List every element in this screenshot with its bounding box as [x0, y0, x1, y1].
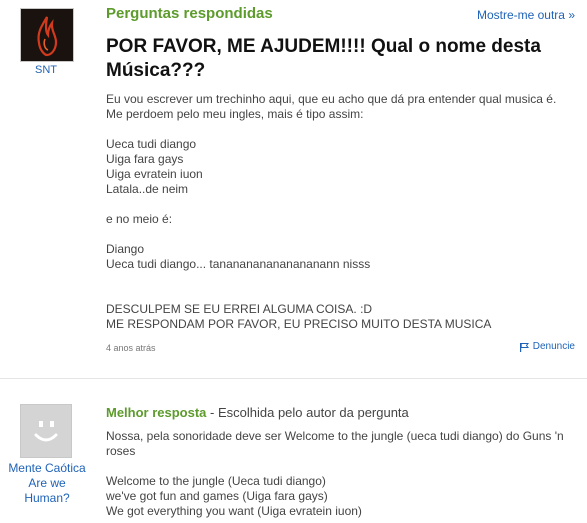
best-answer-note: - Escolhida pelo autor da pergunta	[206, 405, 409, 420]
show-another-link[interactable]: Mostre-me outra »	[477, 8, 575, 22]
category-heading[interactable]: Perguntas respondidas	[106, 5, 273, 22]
question-line: Uiga evratein iuon	[106, 167, 203, 181]
answer-author-avatar[interactable]	[20, 404, 72, 458]
question-line: Diango	[106, 242, 145, 256]
question-title: POR FAVOR, ME AJUDEM!!!! Qual o nome des…	[106, 36, 541, 81]
smiley-avatar-icon	[21, 405, 71, 457]
report-label: Denuncie	[532, 341, 575, 352]
best-answer-label: Melhor resposta	[106, 405, 207, 420]
report-link[interactable]: Denuncie	[519, 341, 575, 352]
flame-avatar-icon	[21, 9, 73, 61]
answer-line: Nossa, pela sonoridade deve ser Welcome …	[106, 429, 564, 458]
answer-line: Welcome to the jungle (Ueca tudi diango)	[106, 474, 326, 488]
question-line: Ueca tudi diango... tananananananananann…	[106, 257, 371, 271]
answer-body: Nossa, pela sonoridade deve ser Welcome …	[106, 429, 576, 519]
question-line: Latala..de neim	[106, 182, 189, 196]
question-author-avatar[interactable]	[20, 8, 74, 62]
answer-author-name[interactable]: Mente Caótica Are we Human?	[8, 461, 86, 506]
question-line: Ueca tudi diango	[106, 137, 197, 151]
question-line: DESCULPEM SE EU ERREI ALGUMA COISA. :D	[106, 302, 373, 316]
question-line: Eu vou escrever um trechinho aqui, que e…	[106, 92, 557, 106]
question-line: ME RESPONDAM POR FAVOR, EU PRECISO MUITO…	[106, 317, 492, 331]
question-timestamp: 4 anos atrás	[106, 343, 156, 353]
question-body: Eu vou escrever um trechinho aqui, que e…	[106, 92, 576, 332]
question-line: e no meio é:	[106, 212, 173, 226]
answer-line: we've got fun and games (Uiga fara gays)	[106, 489, 328, 503]
question-author-name[interactable]: SNT	[8, 64, 84, 76]
best-answer-heading: Melhor resposta - Escolhida pelo autor d…	[106, 405, 409, 420]
section-divider	[0, 378, 587, 379]
answer-line: We got everything you want (Uiga evratei…	[106, 504, 362, 518]
question-line: Uiga fara gays	[106, 152, 184, 166]
question-line: Me perdoem pelo meu ingles, mais é tipo …	[106, 107, 364, 121]
flag-icon	[519, 342, 529, 352]
